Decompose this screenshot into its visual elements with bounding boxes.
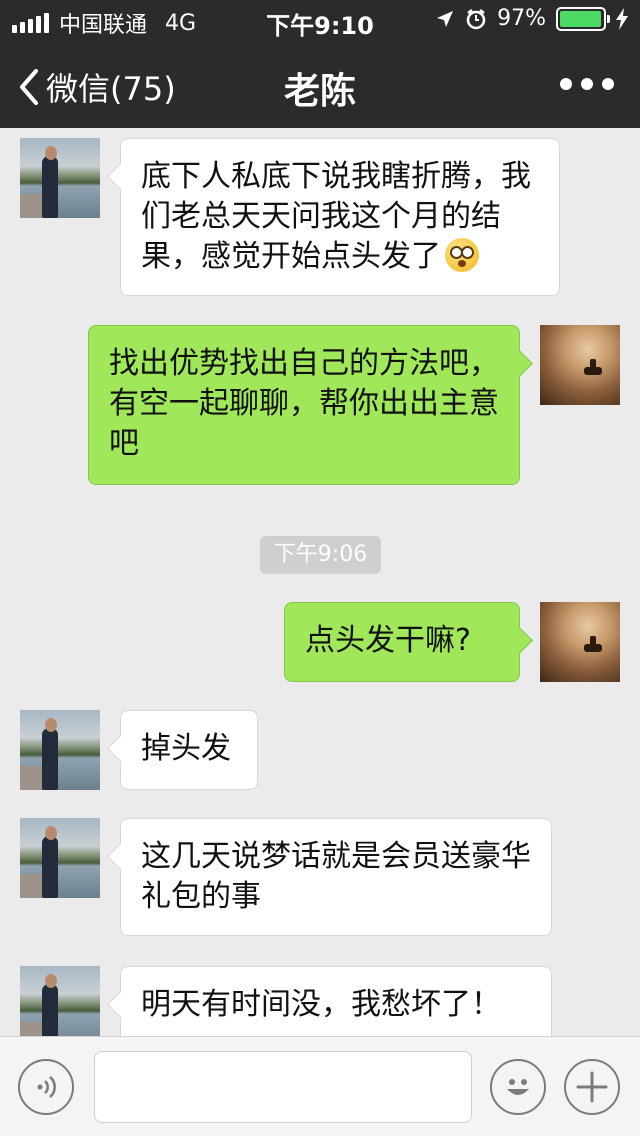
plus-icon <box>576 1071 608 1103</box>
emoji-icon <box>507 1079 529 1095</box>
message-text: 掉头发 <box>141 731 231 766</box>
chat-title: 老陈 <box>283 71 356 112</box>
more-dot-icon <box>581 78 593 90</box>
more-options-button[interactable] <box>560 78 614 90</box>
voice-input-button[interactable] <box>18 1059 74 1115</box>
message-input[interactable] <box>94 1051 472 1123</box>
message-bubble-incoming[interactable]: 这几天说梦话就是会员送豪华礼包的事 <box>120 818 552 936</box>
emoji-button[interactable] <box>490 1059 546 1115</box>
flushed-face-emoji-icon <box>445 238 479 272</box>
friend-avatar[interactable] <box>20 710 100 790</box>
message-text: 明天有时间没，我愁坏了！ <box>141 987 501 1022</box>
message-bubble-incoming[interactable]: 掉头发 <box>120 710 258 790</box>
navigation-bar: 微信(75) 老陈 <box>0 40 640 128</box>
chat-area[interactable]: 底下人私底下说我瞎折腾，我们老总天天问我这个月的结果，感觉开始点头发了 找出优势… <box>0 128 640 1036</box>
more-dot-icon <box>602 78 614 90</box>
voice-icon <box>37 1076 56 1098</box>
charging-bolt-icon <box>616 7 628 30</box>
message-bubble-incoming[interactable]: 明天有时间没，我愁坏了！ <box>120 966 552 1036</box>
more-dot-icon <box>560 78 572 90</box>
friend-avatar[interactable] <box>20 966 100 1036</box>
message-text: 这几天说梦话就是会员送豪华礼包的事 <box>141 839 531 914</box>
my-avatar[interactable] <box>540 325 620 405</box>
friend-avatar[interactable] <box>20 138 100 218</box>
battery-percentage: 97% <box>497 6 546 31</box>
timestamp-divider: 下午9:06 <box>260 536 381 574</box>
friend-avatar[interactable] <box>20 818 100 898</box>
alarm-clock-icon <box>466 8 486 29</box>
input-bar <box>0 1036 640 1136</box>
message-text: 点头发干嘛? <box>305 623 471 658</box>
message-bubble-outgoing[interactable]: 点头发干嘛? <box>284 602 520 682</box>
location-arrow-icon <box>437 10 454 27</box>
top-bar: 中国联通 4G 下午9:10 97% 微信(75) 老陈 <box>0 0 640 128</box>
message-bubble-outgoing[interactable]: 找出优势找出自己的方法吧，有空一起聊聊，帮你出出主意吧 <box>88 325 520 485</box>
my-avatar[interactable] <box>540 602 620 682</box>
more-functions-button[interactable] <box>564 1059 620 1115</box>
battery-icon <box>556 6 610 31</box>
message-bubble-incoming[interactable]: 底下人私底下说我瞎折腾，我们老总天天问我这个月的结果，感觉开始点头发了 <box>120 138 560 296</box>
message-text: 找出优势找出自己的方法吧，有空一起聊聊，帮你出出主意吧 <box>109 346 499 461</box>
status-bar: 中国联通 4G 下午9:10 97% <box>0 0 640 40</box>
